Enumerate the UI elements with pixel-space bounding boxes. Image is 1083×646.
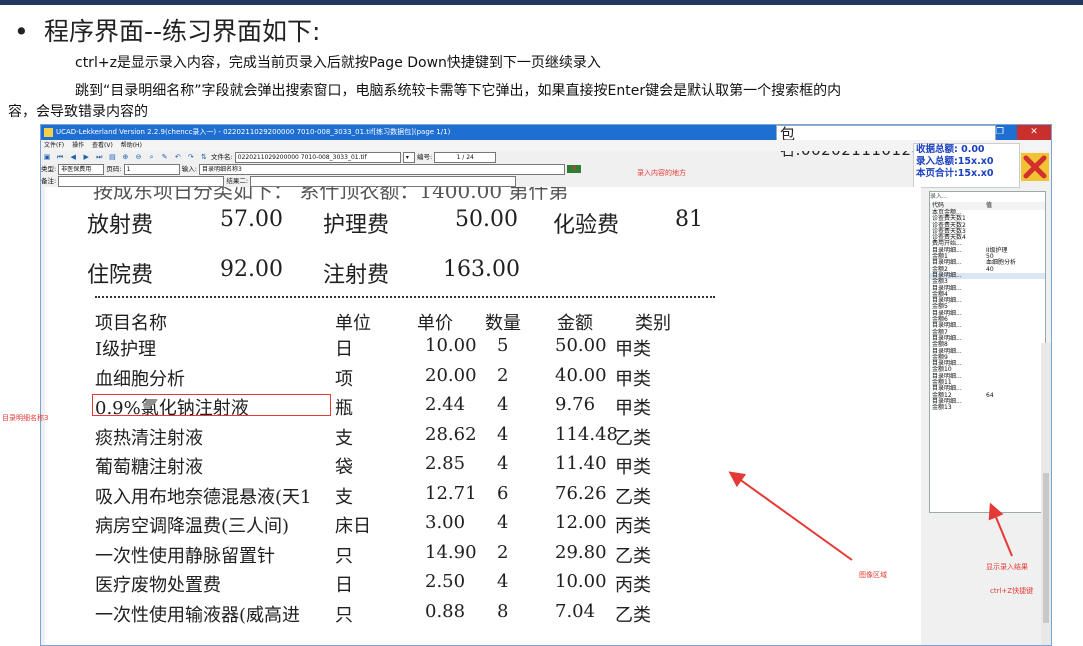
result-display-arrow (988, 502, 1013, 557)
annotation-arrows (728, 471, 1013, 561)
image-area-arrow (728, 471, 853, 561)
